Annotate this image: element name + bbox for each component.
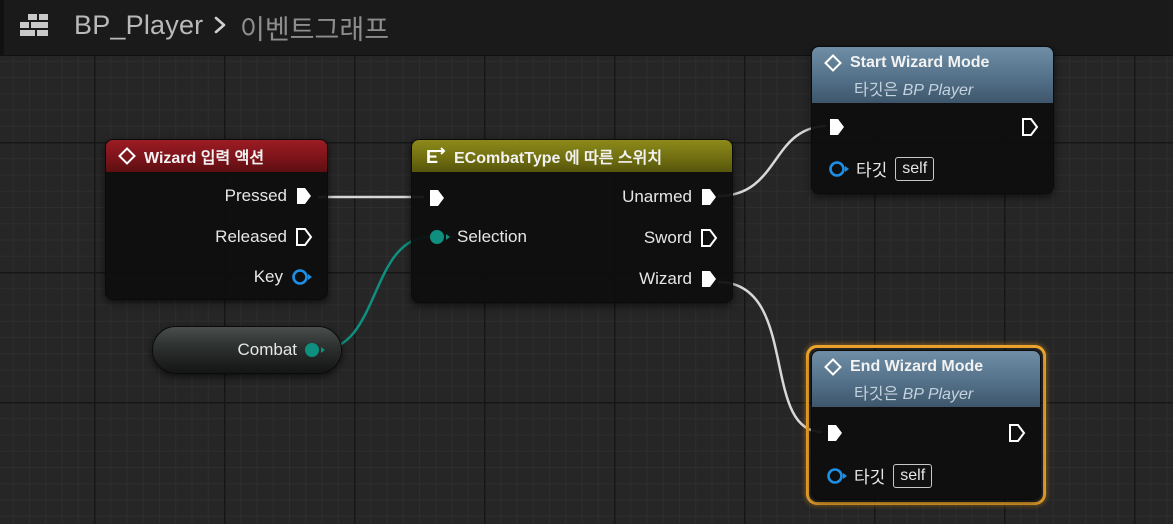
pin-combat-out[interactable]: Combat <box>237 340 327 360</box>
object-pin-icon[interactable] <box>826 466 848 486</box>
exec-pin-filled-icon[interactable] <box>700 269 718 289</box>
exec-pin-empty-icon[interactable] <box>1008 423 1026 443</box>
pin-sword[interactable]: Sword <box>644 228 718 248</box>
start-wizard-title-text: Start Wizard Mode <box>850 54 990 71</box>
pin-released-label: Released <box>215 227 287 246</box>
pin-wizard-label: Wizard <box>639 269 692 288</box>
switch-title-text: ECombatType 에 따른 스위치 <box>454 150 663 167</box>
pin-start-exec-in[interactable] <box>828 117 846 137</box>
enum-pin-icon[interactable] <box>303 340 327 360</box>
pin-end-exec-out[interactable] <box>1008 423 1026 443</box>
event-diamond-icon <box>118 147 136 165</box>
end-target-label: 타깃 <box>854 468 886 487</box>
input-action-title: Wizard 입력 액션 <box>106 140 327 172</box>
exec-pin-empty-icon[interactable] <box>700 228 718 248</box>
pin-unarmed-label: Unarmed <box>622 187 692 206</box>
pin-selection-label: Selection <box>457 227 527 246</box>
exec-pin-filled-icon[interactable] <box>700 187 718 207</box>
start-wizard-subtitle: 타깃은 BP Player <box>854 76 1053 100</box>
combat-variable-label: Combat <box>237 340 297 359</box>
exec-pin-filled-icon[interactable] <box>828 117 846 137</box>
pin-key[interactable]: Key <box>254 267 313 287</box>
function-diamond-icon <box>824 54 842 72</box>
switch-on-enum-node[interactable]: E ECombatType 에 따른 스위치 Selection Unarmed… <box>411 139 733 303</box>
end-wizard-title-text: End Wizard Mode <box>850 358 984 375</box>
start-target-value[interactable]: self <box>895 156 935 181</box>
enum-pin-icon[interactable] <box>428 227 452 247</box>
pin-start-target[interactable]: 타깃 self <box>828 156 935 181</box>
start-wizard-subtitle-target: BP Player <box>902 82 974 99</box>
exec-pin-empty-icon[interactable] <box>295 227 313 247</box>
pin-pressed-label: Pressed <box>224 186 287 205</box>
function-diamond-icon <box>824 358 842 376</box>
object-pin-icon[interactable] <box>828 159 850 179</box>
end-wizard-subtitle-prefix: 타깃은 <box>854 386 899 403</box>
pin-key-label: Key <box>253 267 283 286</box>
pin-pressed[interactable]: Pressed <box>225 186 313 206</box>
start-wizard-mode-node[interactable]: Start Wizard Mode 타깃은 BP Player 타깃 self <box>811 46 1054 194</box>
start-wizard-subtitle-prefix: 타깃은 <box>854 82 899 99</box>
end-wizard-title: End Wizard Mode 타깃은 BP Player <box>812 351 1040 407</box>
pin-sword-label: Sword <box>643 228 692 247</box>
pin-wizard[interactable]: Wizard <box>639 269 718 289</box>
struct-pin-icon[interactable] <box>291 267 313 287</box>
svg-text:E: E <box>426 147 438 166</box>
combat-variable-node[interactable]: Combat <box>152 326 342 374</box>
exec-pin-filled-icon[interactable] <box>428 188 446 208</box>
start-wizard-title: Start Wizard Mode 타깃은 BP Player <box>812 47 1053 103</box>
end-wizard-subtitle-target: BP Player <box>902 386 974 403</box>
switch-title: E ECombatType 에 따른 스위치 <box>412 140 732 172</box>
pin-released[interactable]: Released <box>215 227 313 247</box>
wire-unarmed-to-start <box>717 124 827 198</box>
end-target-value[interactable]: self <box>893 463 933 488</box>
pin-end-target[interactable]: 타깃 self <box>826 463 933 488</box>
exec-pin-empty-icon[interactable] <box>1021 117 1039 137</box>
pin-switch-exec-in[interactable] <box>428 188 446 208</box>
end-wizard-mode-node[interactable]: End Wizard Mode 타깃은 BP Player 타깃 self <box>811 350 1041 500</box>
exec-pin-filled-icon[interactable] <box>295 186 313 206</box>
pin-end-exec-in[interactable] <box>826 423 844 443</box>
pin-selection[interactable]: Selection <box>428 227 527 247</box>
start-target-label: 타깃 <box>856 161 888 180</box>
input-action-node[interactable]: Wizard 입력 액션 Pressed Released Key <box>105 139 328 300</box>
exec-pin-filled-icon[interactable] <box>826 423 844 443</box>
input-action-title-text: Wizard 입력 액션 <box>144 150 265 167</box>
switch-enum-icon: E <box>426 147 446 166</box>
pin-start-exec-out[interactable] <box>1021 117 1039 137</box>
end-wizard-subtitle: 타깃은 BP Player <box>854 380 1040 404</box>
pin-unarmed[interactable]: Unarmed <box>622 187 718 207</box>
